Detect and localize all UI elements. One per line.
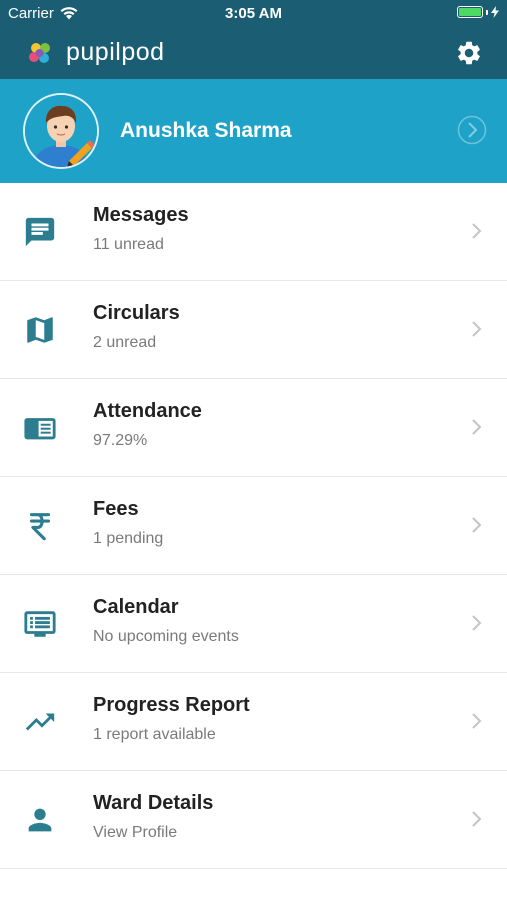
menu-title: Fees <box>93 498 139 520</box>
gear-icon[interactable] <box>455 39 483 67</box>
message-icon <box>25 217 55 247</box>
menu-subtitle: 2 unread <box>93 334 157 351</box>
profile-banner[interactable]: Anushka Sharma <box>0 79 507 183</box>
menu-subtitle: 11 unread <box>93 236 164 253</box>
map-icon <box>27 317 53 343</box>
chevron-right-circle-icon[interactable] <box>457 115 487 145</box>
chevron-right-icon <box>472 321 482 337</box>
trending-up-icon <box>25 713 55 731</box>
menu-subtitle: View Profile <box>93 824 178 841</box>
menu-item-attendance[interactable]: Attendance 97.29% <box>0 379 507 477</box>
menu-title: Ward Details <box>93 792 214 814</box>
menu-item-fees[interactable]: Fees 1 pending <box>0 477 507 575</box>
app-header: pupilpod <box>0 26 507 79</box>
calendar-icon <box>24 611 56 637</box>
brand: pupilpod <box>26 38 165 67</box>
menu-item-calendar[interactable]: Calendar No upcoming events <box>0 575 507 673</box>
menu-item-progress-report[interactable]: Progress Report 1 report available <box>0 673 507 771</box>
student-avatar-icon <box>25 95 97 167</box>
menu-item-circulars[interactable]: Circulars 2 unread <box>0 281 507 379</box>
menu-item-messages[interactable]: Messages 11 unread <box>0 183 507 281</box>
menu-title: Calendar <box>93 596 179 618</box>
chevron-right-icon <box>472 811 482 827</box>
chevron-right-icon <box>472 419 482 435</box>
student-name: Anushka Sharma <box>120 119 292 142</box>
status-bar: Carrier 3:05 AM <box>0 0 507 26</box>
chevron-right-icon <box>472 713 482 729</box>
pupilpod-logo-icon <box>29 42 50 63</box>
register-icon <box>24 418 56 440</box>
status-time: 3:05 AM <box>225 5 282 22</box>
avatar[interactable] <box>23 93 99 169</box>
menu-subtitle: 1 report available <box>93 726 216 743</box>
menu-subtitle: No upcoming events <box>93 628 239 645</box>
app-name: pupilpod <box>66 38 165 66</box>
menu-title: Circulars <box>93 302 180 324</box>
rupee-icon <box>29 513 51 541</box>
menu-subtitle: 97.29% <box>93 432 148 449</box>
menu-title: Messages <box>93 204 189 226</box>
dashboard-menu: Messages 11 unread Circulars 2 unread At… <box>0 183 507 869</box>
chevron-right-icon <box>472 223 482 239</box>
menu-title: Attendance <box>93 400 202 422</box>
charging-bolt-icon <box>491 6 499 18</box>
chevron-right-icon <box>472 615 482 631</box>
person-icon <box>28 808 52 832</box>
menu-item-ward-details[interactable]: Ward Details View Profile <box>0 771 507 869</box>
menu-subtitle: 1 pending <box>93 530 164 547</box>
battery-icon <box>457 6 499 18</box>
menu-title: Progress Report <box>93 694 250 716</box>
chevron-right-icon <box>472 517 482 533</box>
